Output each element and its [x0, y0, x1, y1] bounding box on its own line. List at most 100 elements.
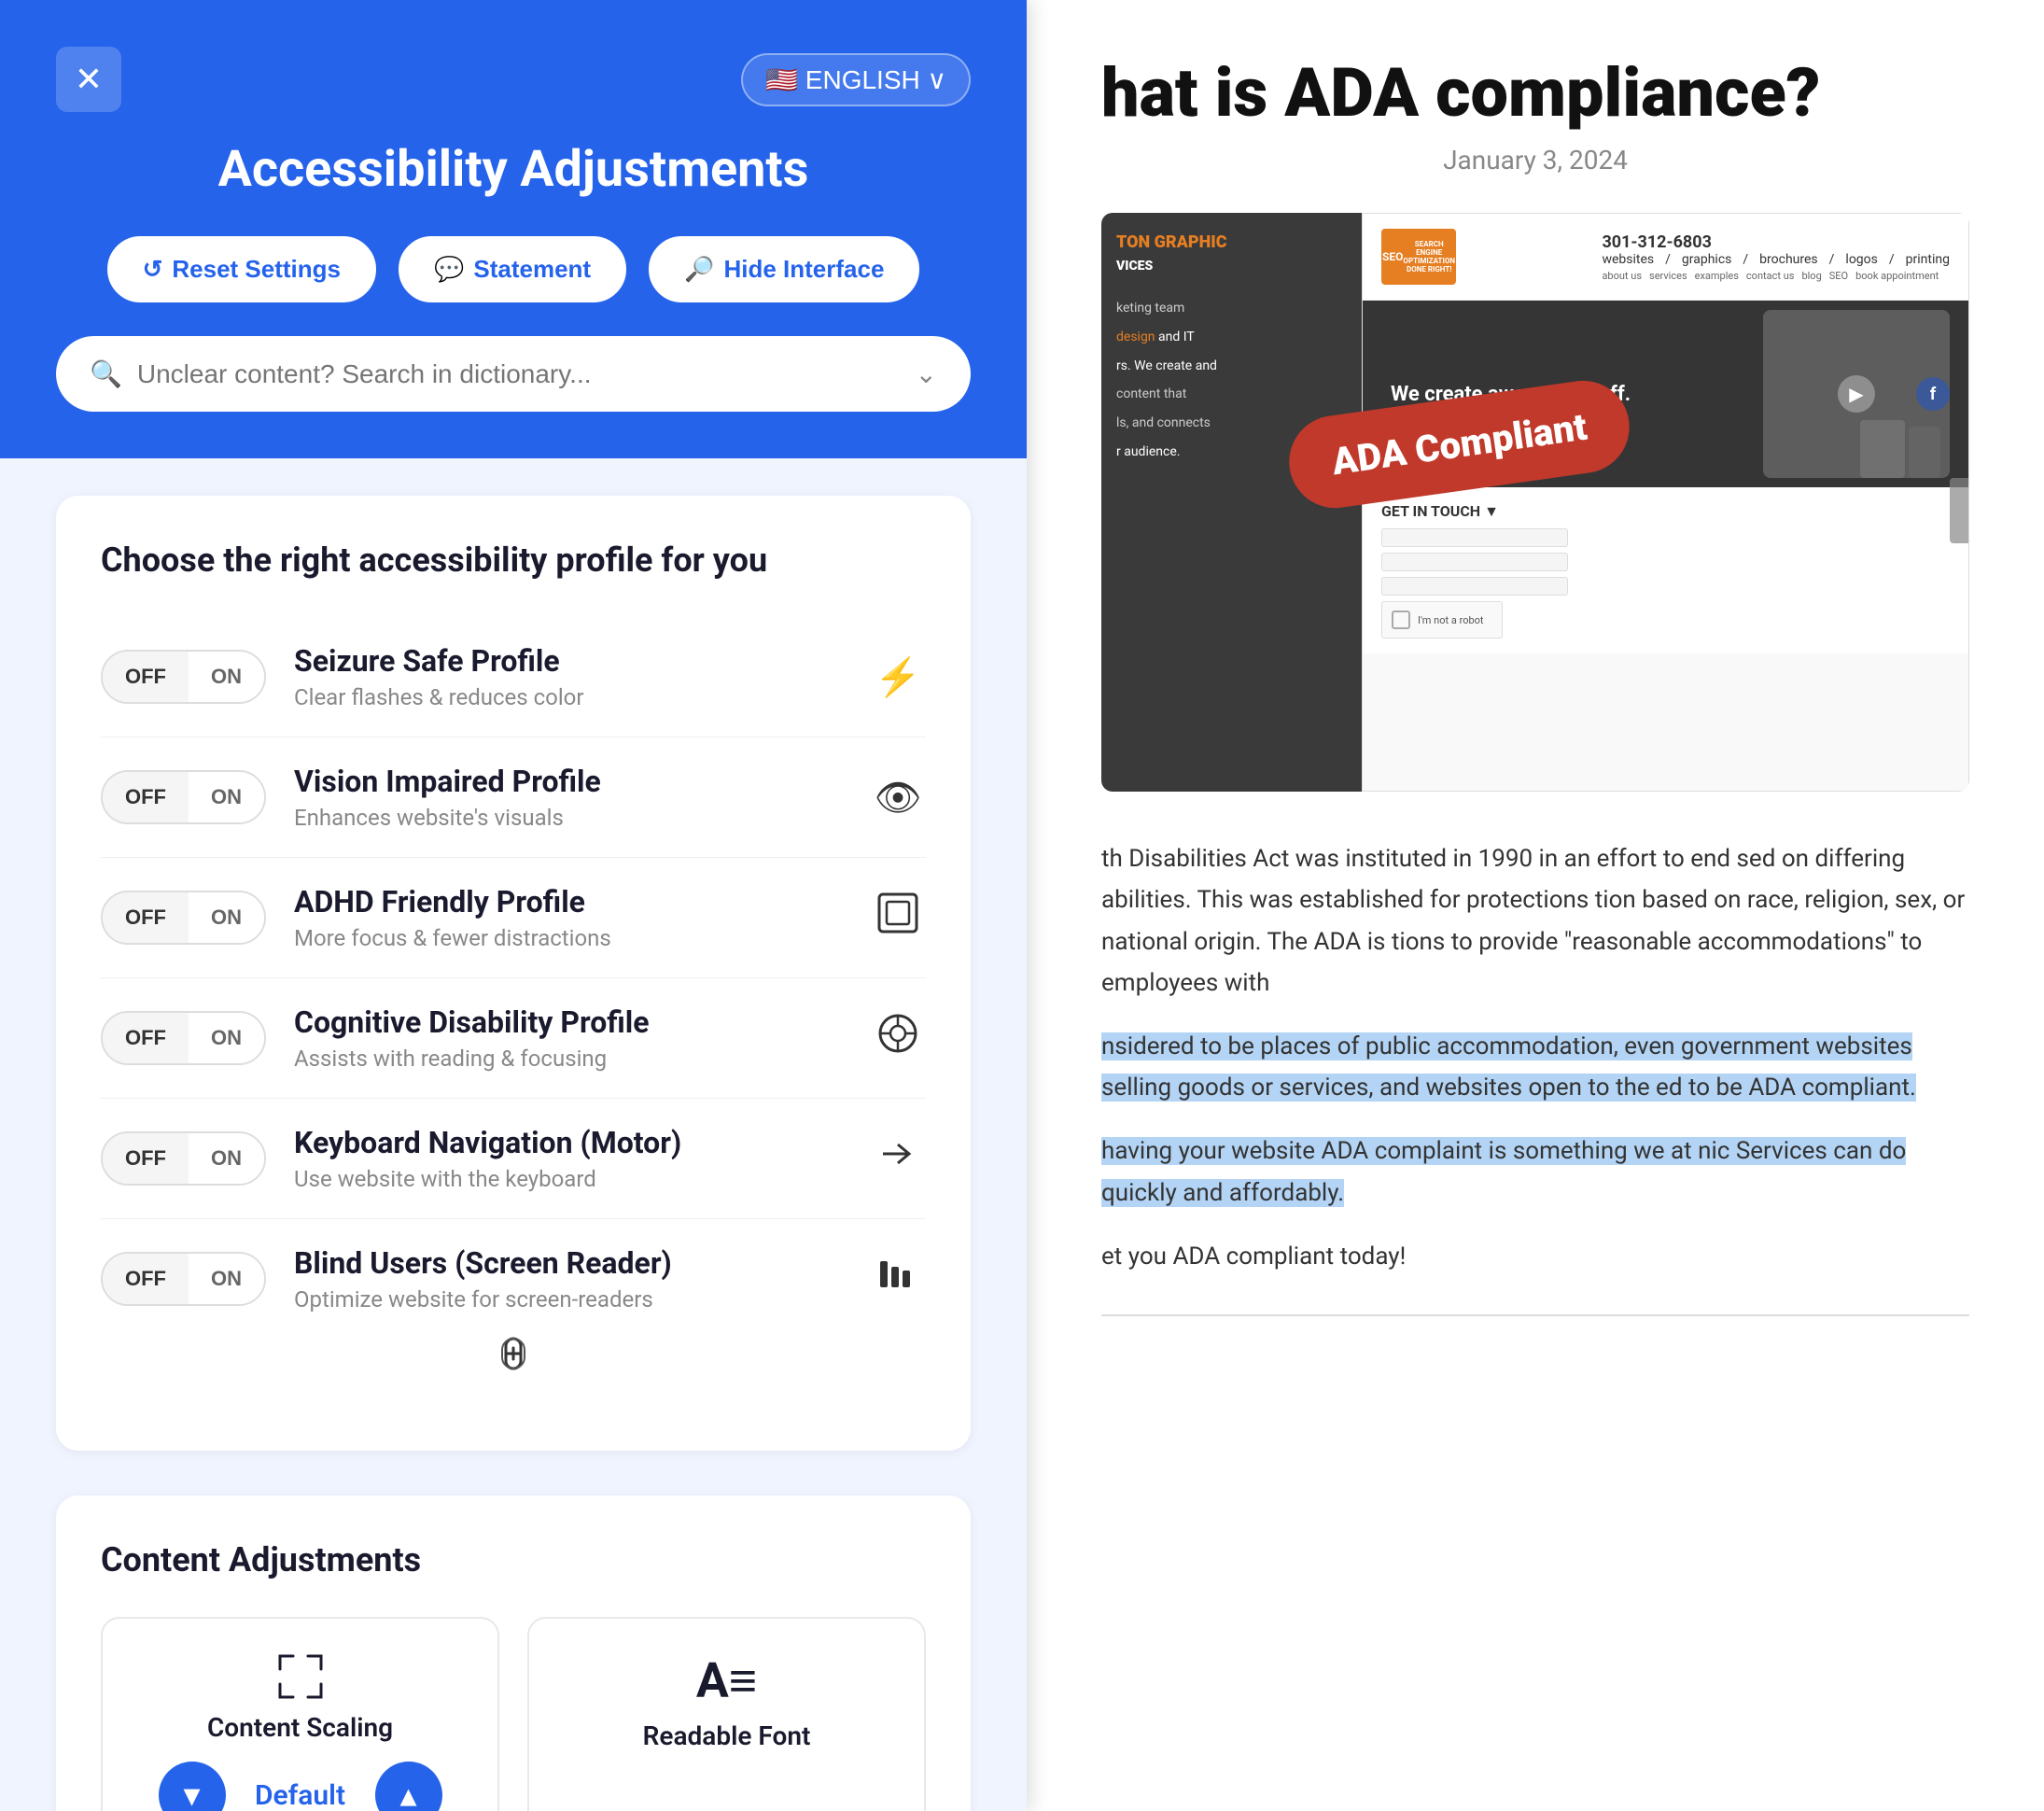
adhd-profile-info: ADHD Friendly Profile More focus & fewer…	[294, 884, 842, 951]
seizure-toggle-off[interactable]: OFF	[103, 652, 189, 702]
keyboard-toggle-on[interactable]: ON	[189, 1133, 264, 1184]
hide-icon: 🔎	[684, 255, 714, 284]
readable-font-card: A≡ Readable Font	[527, 1617, 926, 1811]
seizure-profile-name: Seizure Safe Profile	[294, 643, 842, 679]
content-scaling-value: Default	[245, 1779, 357, 1811]
lightning-icon: ⚡	[870, 655, 926, 699]
seizure-profile-info: Seizure Safe Profile Clear flashes & red…	[294, 643, 842, 710]
vision-profile-desc: Enhances website's visuals	[294, 805, 842, 831]
eye-icon: 👁	[870, 776, 926, 820]
blind-toggle-off[interactable]: OFF	[103, 1254, 189, 1304]
search-input[interactable]	[137, 359, 901, 389]
statement-icon: 💬	[434, 255, 464, 284]
captcha-checkbox	[1392, 611, 1410, 629]
vision-toggle-on[interactable]: ON	[189, 772, 264, 822]
scaling-icon	[136, 1652, 464, 1701]
accessibility-panel: ✕ 🇺🇸 ENGLISH ∨ Accessibility Adjustments…	[0, 0, 1027, 1811]
close-button[interactable]: ✕	[56, 47, 121, 112]
cognitive-toggle[interactable]: OFF ON	[101, 1011, 266, 1065]
mock-form-field-1	[1381, 528, 1568, 547]
chevron-down-icon: ⌄	[916, 358, 937, 389]
vision-toggle-off[interactable]: OFF	[103, 772, 189, 822]
search-bar[interactable]: 🔍 ⌄	[56, 336, 971, 412]
language-button[interactable]: 🇺🇸 ENGLISH ∨	[741, 53, 971, 106]
blind-profile-info: Blind Users (Screen Reader) Optimize web…	[294, 1245, 842, 1313]
cognitive-toggle-off[interactable]: OFF	[103, 1013, 189, 1063]
adhd-profile-desc: More focus & fewer distractions	[294, 925, 842, 951]
vision-profile-name: Vision Impaired Profile	[294, 764, 842, 799]
mock-form-field-3	[1381, 577, 1568, 596]
reset-icon: ↺	[143, 255, 163, 284]
reset-settings-button[interactable]: ↺ Reset Settings	[107, 236, 376, 302]
highlighted-text-2: having your website ADA complaint is som…	[1101, 1137, 1906, 1206]
webpage-panel: hat is ADA compliance? January 3, 2024 T…	[1027, 0, 2044, 1811]
mock-site-logo: SEOSEARCH ENGINEOPTIMIZATIONDONE RIGHT!	[1381, 229, 1456, 285]
page-date: January 3, 2024	[1101, 145, 1969, 175]
mock-contact-form: GET IN TOUCH ▼ I'm not a robot	[1363, 487, 1968, 653]
content-scaling-down-button[interactable]: ▾	[159, 1762, 226, 1811]
hide-interface-button[interactable]: 🔎 Hide Interface	[649, 236, 919, 302]
profiles-section-title: Choose the right accessibility profile f…	[101, 540, 926, 580]
action-buttons: ↺ Reset Settings 💬 Statement 🔎 Hide Inte…	[56, 236, 971, 302]
panel-body: Choose the right accessibility profile f…	[0, 458, 1027, 1811]
adhd-toggle-on[interactable]: ON	[189, 892, 264, 943]
panel-title: Accessibility Adjustments	[56, 140, 971, 199]
content-scaling-up-button[interactable]: ▴	[375, 1762, 442, 1811]
cognitive-profile-info: Cognitive Disability Profile Assists wit…	[294, 1004, 842, 1072]
seizure-toggle[interactable]: OFF ON	[101, 650, 266, 704]
facebook-icon: f	[1916, 377, 1950, 411]
link-icon	[487, 1327, 539, 1380]
blind-toggle[interactable]: OFF ON	[101, 1252, 266, 1306]
cognitive-profile-desc: Assists with reading & focusing	[294, 1046, 842, 1072]
keyboard-profile-name: Keyboard Navigation (Motor)	[294, 1125, 842, 1160]
captcha-label: I'm not a robot	[1418, 614, 1484, 626]
content-adjustments-title: Content Adjustments	[101, 1540, 926, 1579]
body-text-1: th Disabilities Act was instituted in 19…	[1101, 838, 1969, 1004]
list-item: OFF ON Keyboard Navigation (Motor) Use w…	[101, 1099, 926, 1219]
cognitive-toggle-on[interactable]: ON	[189, 1013, 264, 1063]
mock-form-title: GET IN TOUCH ▼	[1381, 502, 1950, 521]
search-icon: 🔍	[90, 358, 122, 389]
content-adjustments-section: Content Adjustments Content Scaling	[56, 1495, 971, 1811]
keyboard-toggle[interactable]: OFF ON	[101, 1131, 266, 1186]
blind-toggle-on[interactable]: ON	[189, 1254, 264, 1304]
focus-icon	[870, 892, 926, 943]
cognitive-icon	[870, 1013, 926, 1063]
ada-image-container: TON GRAPHICVICES keting team design and …	[1101, 213, 1969, 792]
blind-profile-name: Blind Users (Screen Reader)	[294, 1245, 842, 1281]
vision-toggle[interactable]: OFF ON	[101, 770, 266, 824]
adhd-toggle-off[interactable]: OFF	[103, 892, 189, 943]
seizure-toggle-on[interactable]: ON	[189, 652, 264, 702]
screen-reader-icon	[870, 1254, 926, 1304]
mock-captcha: I'm not a robot	[1381, 601, 1503, 639]
adjustments-grid: Content Scaling ▾ Default ▴ A≡	[101, 1617, 926, 1811]
content-scaling-title: Content Scaling	[136, 1712, 464, 1743]
panel-header: ✕ 🇺🇸 ENGLISH ∨ Accessibility Adjustments…	[0, 0, 1027, 458]
mock-site-header: SEOSEARCH ENGINEOPTIMIZATIONDONE RIGHT! …	[1363, 214, 1968, 301]
website-panel-text: TON GRAPHICVICES	[1101, 213, 1362, 294]
list-item: OFF ON Seizure Safe Profile Clear flashe…	[101, 617, 926, 737]
seizure-profile-desc: Clear flashes & reduces color	[294, 684, 842, 710]
list-item: OFF ON Vision Impaired Profile Enhances …	[101, 737, 926, 858]
chevron-down-icon: ▾	[183, 1776, 200, 1811]
content-scaling-card: Content Scaling ▾ Default ▴	[101, 1617, 499, 1811]
keyboard-toggle-off[interactable]: OFF	[103, 1133, 189, 1184]
profiles-section: Choose the right accessibility profile f…	[56, 496, 971, 1451]
mock-site-nav: websites/graphics/brochures/logos/printi…	[1602, 252, 1950, 267]
adhd-toggle[interactable]: OFF ON	[101, 891, 266, 945]
vision-profile-info: Vision Impaired Profile Enhances website…	[294, 764, 842, 831]
reset-label: Reset Settings	[172, 255, 341, 284]
content-scaling-controls: ▾ Default ▴	[136, 1762, 464, 1811]
hide-label: Hide Interface	[723, 255, 884, 284]
adhd-profile-name: ADHD Friendly Profile	[294, 884, 842, 920]
chevron-up-icon: ▴	[399, 1776, 416, 1811]
page-title: hat is ADA compliance?	[1101, 56, 1969, 130]
mock-form-field-2	[1381, 553, 1568, 571]
statement-button[interactable]: 💬 Statement	[399, 236, 626, 302]
keyboard-icon	[870, 1133, 926, 1184]
keyboard-profile-info: Keyboard Navigation (Motor) Use website …	[294, 1125, 842, 1192]
statement-label: Statement	[473, 255, 591, 284]
body-text-2: having your website ADA complaint is som…	[1101, 1130, 1969, 1213]
cognitive-profile-name: Cognitive Disability Profile	[294, 1004, 842, 1040]
mock-site-phone: 301-312-6803	[1602, 232, 1950, 252]
